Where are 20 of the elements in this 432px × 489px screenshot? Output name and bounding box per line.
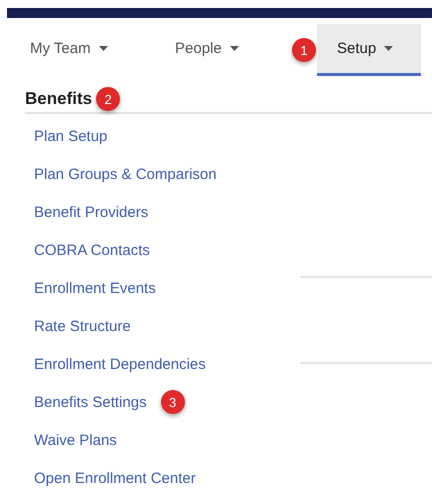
menu-link[interactable]: Benefits Settings	[34, 394, 147, 412]
menu-link[interactable]: Rate Structure	[34, 318, 131, 336]
nav-tab[interactable]: Setup	[317, 24, 421, 76]
menu-link[interactable]: Enrollment Events	[34, 280, 156, 298]
caret-icon	[98, 46, 108, 51]
menu-link[interactable]: Plan Setup	[34, 128, 108, 146]
step-badge: 1	[292, 38, 316, 62]
nav-tab[interactable]: My Team	[30, 24, 175, 76]
menu-link[interactable]: Open Enrollment Center	[34, 470, 196, 488]
menu-link[interactable]: Enrollment Dependencies	[34, 356, 206, 374]
menu-link[interactable]: Plan Groups & Comparison	[34, 166, 217, 184]
section-title: Benefits	[25, 89, 92, 109]
step-badge: 2	[96, 87, 120, 111]
menu-link[interactable]: Benefit Providers	[34, 204, 148, 222]
menu-link[interactable]: Waive Plans	[34, 432, 117, 450]
step-badge: 3	[160, 390, 185, 414]
caret-icon	[230, 46, 239, 51]
menu-link[interactable]: COBRA Contacts	[34, 242, 150, 260]
nav-tab[interactable]: People	[175, 24, 292, 76]
caret-icon	[384, 46, 394, 51]
